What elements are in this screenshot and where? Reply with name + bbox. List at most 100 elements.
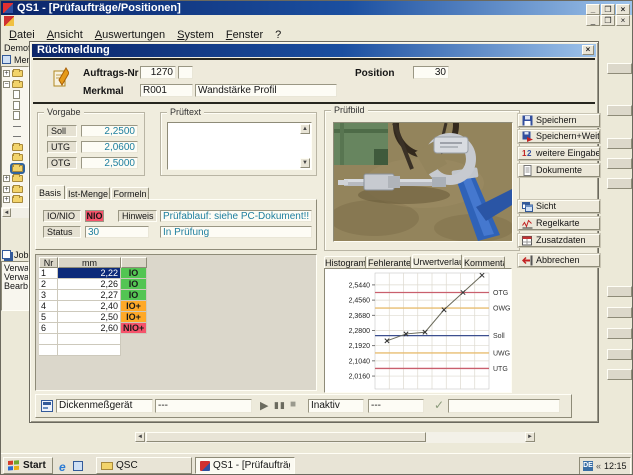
position-field[interactable]: 30 xyxy=(413,66,449,79)
job-list-item[interactable]: Verwalte xyxy=(4,273,29,282)
prueftext-textarea[interactable]: ▲ ▼ xyxy=(167,122,312,170)
tab-kommentar[interactable]: Kommentar xyxy=(463,256,505,268)
background-button[interactable] xyxy=(607,178,632,189)
measure-value-cell[interactable]: 2,26 xyxy=(58,279,121,290)
measure-value-cell[interactable]: 2,27 xyxy=(58,290,121,301)
menu-item-fenster[interactable]: Fenster xyxy=(220,28,269,42)
tab-histogramm[interactable]: Histogramm xyxy=(324,256,366,268)
background-button[interactable] xyxy=(607,286,632,297)
sicht-button[interactable]: Sicht xyxy=(518,200,600,213)
tree-expander-icon[interactable]: + xyxy=(3,186,10,193)
company-toolbar[interactable]: Demof xyxy=(1,42,29,54)
mdi-child-icon[interactable] xyxy=(4,16,14,26)
task-button[interactable]: QS1 - [Prüfaufträge/P... xyxy=(195,457,295,474)
auftrag-field[interactable]: 1270 xyxy=(140,66,176,79)
measure-value-cell[interactable]: 2,50 xyxy=(58,312,121,323)
menu-panel-header[interactable]: Meni xyxy=(1,54,29,66)
tree-node[interactable] xyxy=(2,164,29,174)
quicklaunch-icon[interactable] xyxy=(73,461,83,471)
tree-expander-icon[interactable]: + xyxy=(3,196,10,203)
measure-value-cell[interactable]: 2,40 xyxy=(58,301,121,312)
tree-node[interactable]: + xyxy=(2,69,29,79)
background-button[interactable] xyxy=(607,328,632,339)
tree-hscrollbar[interactable]: ◄ xyxy=(1,208,29,218)
tab-basis[interactable]: Basis xyxy=(35,185,65,199)
zusatzdaten-button[interactable]: Zusatzdaten xyxy=(518,234,600,247)
background-button[interactable] xyxy=(607,63,632,74)
menu-item-datei[interactable]: Datei xyxy=(3,28,41,42)
background-button[interactable] xyxy=(607,138,632,149)
browser-icon[interactable]: e xyxy=(59,460,66,474)
jobs-panel-header[interactable]: Joblis xyxy=(1,249,29,261)
speichern-button[interactable]: Speichern xyxy=(518,114,600,127)
scroll-up-icon[interactable]: ▲ xyxy=(300,124,310,134)
jobs-list[interactable]: VerwalteVerwalteBearbeit xyxy=(1,261,29,311)
menu-item-auswertungen[interactable]: Auswertungen xyxy=(89,28,171,42)
measure-value-cell[interactable]: 2,60 xyxy=(58,323,121,334)
tree-node[interactable]: − xyxy=(2,80,29,90)
menu-item-system[interactable]: System xyxy=(171,28,220,42)
tree-node[interactable] xyxy=(2,111,29,121)
tree-node[interactable] xyxy=(2,143,29,153)
tree-node[interactable] xyxy=(2,132,29,142)
tray-chevron-icon[interactable]: « xyxy=(596,461,601,471)
scroll-thumb[interactable] xyxy=(146,432,426,442)
tab-formeln[interactable]: Formeln xyxy=(111,187,149,199)
close-icon[interactable]: × xyxy=(616,4,630,15)
tree-node[interactable] xyxy=(2,101,29,111)
tree-node[interactable]: + xyxy=(2,185,29,195)
menu-item-ansicht[interactable]: Ansicht xyxy=(41,28,89,42)
dialog-titlebar[interactable]: Rückmeldung × xyxy=(32,44,596,57)
background-button[interactable] xyxy=(607,369,632,380)
tree-expander-icon[interactable]: + xyxy=(3,70,10,77)
measure-value-cell[interactable] xyxy=(58,334,121,345)
status-code-field[interactable]: 30 xyxy=(85,226,149,238)
tab-urwertverlauf[interactable]: Urwertverlauf xyxy=(412,254,462,268)
merkmal-text-field[interactable]: Wandstärke Profil xyxy=(195,84,337,97)
stop-icon[interactable]: ■ xyxy=(290,399,296,410)
tree-node[interactable] xyxy=(2,90,29,100)
background-button[interactable] xyxy=(607,307,632,318)
measure-value-cell[interactable]: 2,22 xyxy=(58,268,121,279)
start-button[interactable]: Start xyxy=(3,457,53,474)
mdi-restore-icon[interactable]: ❒ xyxy=(601,15,615,26)
hinweis-field[interactable]: Prüfablauf: siehe PC-Dokument!! xyxy=(160,210,312,222)
dokumente-button[interactable]: Dokumente xyxy=(518,164,600,177)
tree-node[interactable] xyxy=(2,122,29,132)
weitere-eingaben-button[interactable]: 12weitere Eingaben xyxy=(518,147,600,160)
mdi-minimize-icon[interactable]: _ xyxy=(586,15,600,26)
abbrechen-button[interactable]: Abbrechen xyxy=(518,254,600,267)
nav-tree[interactable]: + − + + + xyxy=(1,66,29,208)
background-button[interactable] xyxy=(607,105,632,116)
background-button[interactable] xyxy=(607,158,632,169)
tree-node[interactable]: + xyxy=(2,174,29,184)
tree-node[interactable] xyxy=(2,153,29,163)
tree-expander-icon[interactable]: + xyxy=(3,175,10,182)
merkmal-code-field[interactable]: R001 xyxy=(140,84,193,97)
speichern-weiter-button[interactable]: Speichern+Weiter xyxy=(518,130,600,143)
mdi-close-icon[interactable]: × xyxy=(616,15,630,26)
mdi-hscrollbar[interactable]: ◄ ► xyxy=(135,432,535,443)
tab-fehleranteil[interactable]: Fehleranteil xyxy=(367,256,411,268)
scroll-down-icon[interactable]: ▼ xyxy=(300,158,310,168)
minimize-icon[interactable]: _ xyxy=(586,4,600,15)
tab-istmenge[interactable]: Ist-Menge xyxy=(66,187,110,199)
dialog-close-icon[interactable]: × xyxy=(582,45,594,55)
measure-value-cell[interactable] xyxy=(58,345,121,356)
restore-icon[interactable]: ❒ xyxy=(601,4,615,15)
window-titlebar[interactable]: QS1 - [Prüfaufträge/Positionen] _❒× xyxy=(1,1,632,15)
menu-item-[interactable]: ? xyxy=(269,28,287,42)
tree-node[interactable]: + xyxy=(2,195,29,205)
background-button[interactable] xyxy=(607,349,632,360)
task-button[interactable]: QSC xyxy=(96,457,192,474)
regelkarte-button[interactable]: Regelkarte xyxy=(518,217,600,230)
job-list-item[interactable]: Bearbeit xyxy=(4,282,29,291)
keyboard-layout-indicator[interactable]: DE xyxy=(583,461,593,471)
scroll-left-icon[interactable]: ◄ xyxy=(2,208,11,217)
scroll-right-icon[interactable]: ► xyxy=(525,432,535,442)
pause-icon[interactable]: ▮▮ xyxy=(274,400,286,411)
tree-expander-icon[interactable]: − xyxy=(3,81,10,88)
scroll-left-icon[interactable]: ◄ xyxy=(135,432,145,442)
auftrag-sub-field[interactable] xyxy=(178,66,193,79)
job-list-item[interactable]: Verwalte xyxy=(4,264,29,273)
